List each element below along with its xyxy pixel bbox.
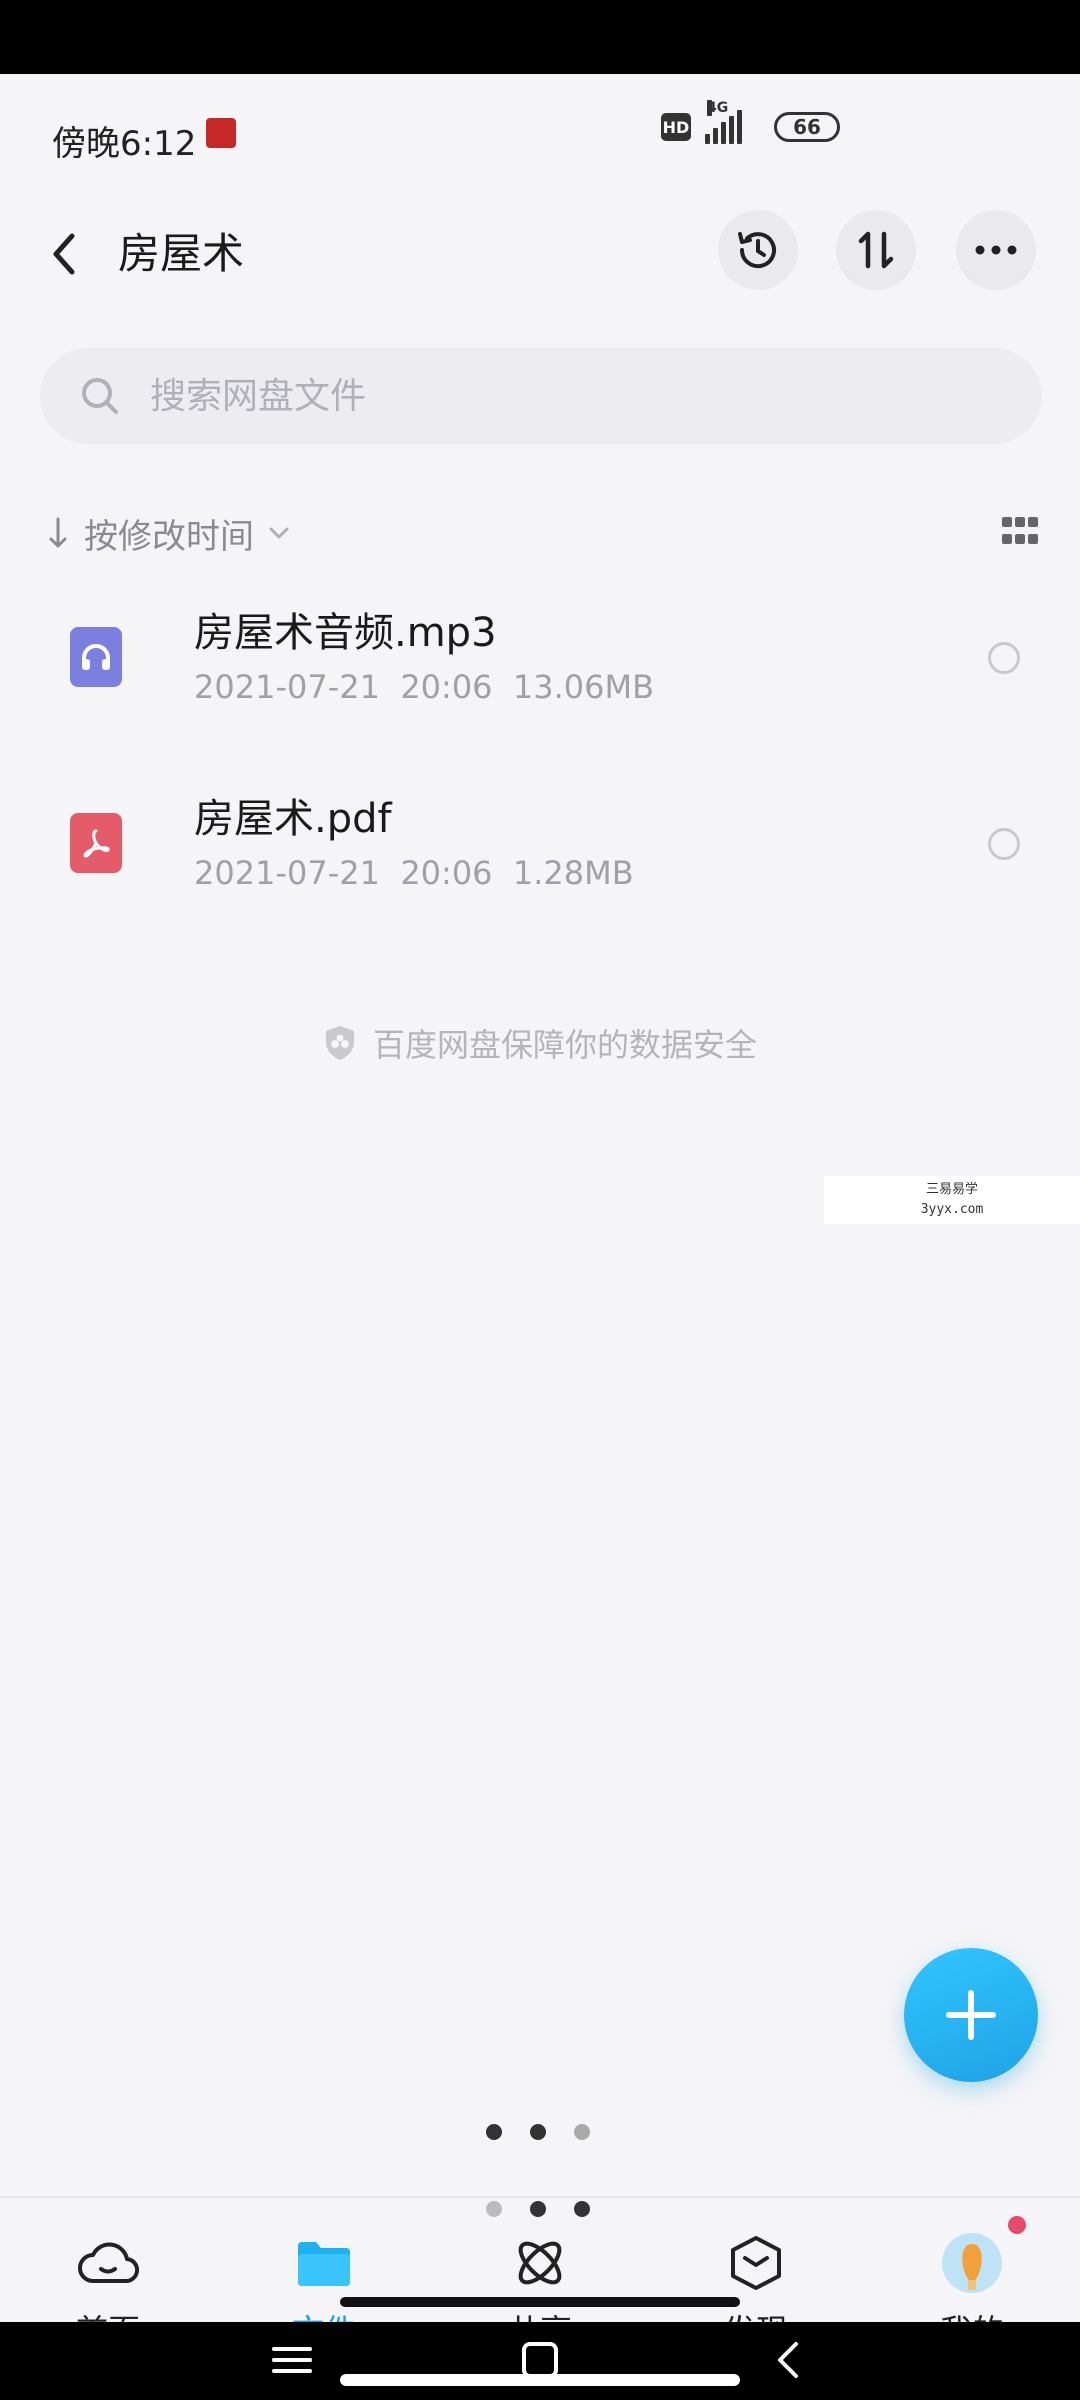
file-time: 20:06 xyxy=(400,854,493,892)
watermark-line2: 3yyx.com xyxy=(920,1202,984,1217)
status-indicators: HD 4G 66 xyxy=(661,100,840,144)
transfer-icon xyxy=(858,231,894,269)
notification-app-icon xyxy=(206,118,236,148)
notification-dot xyxy=(1008,2216,1026,2234)
folder-icon xyxy=(293,2232,355,2294)
sort-bar: 按修改时间 xyxy=(48,505,1038,561)
home-indicator[interactable] xyxy=(340,2374,740,2386)
history-icon xyxy=(738,232,776,269)
gesture-bar-overlay xyxy=(340,2297,740,2307)
audio-file-icon xyxy=(70,627,122,687)
page-title: 房屋术 xyxy=(118,229,245,278)
plus-icon xyxy=(946,1990,996,2040)
home-cloud-icon xyxy=(77,2232,139,2294)
transfer-button[interactable] xyxy=(836,210,916,290)
top-black-bar xyxy=(0,0,1080,74)
discover-box-icon xyxy=(725,2232,787,2294)
grid-view-icon[interactable] xyxy=(1002,517,1038,547)
file-size: 1.28MB xyxy=(512,854,634,892)
watermark: 三易易学 3yyx.com xyxy=(824,1176,1080,1224)
hd-icon: HD xyxy=(661,113,691,141)
file-meta: 2021-07-21 20:06 1.28MB xyxy=(194,854,634,892)
search-icon xyxy=(82,378,118,414)
system-nav-bar xyxy=(0,2322,1080,2400)
watermark-line1: 三易易学 xyxy=(925,1182,978,1197)
more-icon xyxy=(975,245,1017,255)
file-date: 2021-07-21 xyxy=(194,668,380,706)
security-note: 百度网盘保障你的数据安全 xyxy=(0,1020,1080,1066)
file-row[interactable]: 房屋术.pdf 2021-07-21 20:06 1.28MB xyxy=(0,758,1080,928)
avatar-icon xyxy=(941,2232,1003,2294)
file-row[interactable]: 房屋术音频.mp3 2021-07-21 20:06 13.06MB xyxy=(0,572,1080,742)
signal-icon: 4G xyxy=(705,100,742,144)
file-meta: 2021-07-21 20:06 13.06MB xyxy=(194,668,654,706)
file-select-radio[interactable] xyxy=(988,642,1020,674)
page-indicator xyxy=(486,2124,590,2140)
file-date: 2021-07-21 xyxy=(194,854,380,892)
file-size: 13.06MB xyxy=(512,668,655,706)
page-indicator-secondary xyxy=(486,2201,590,2217)
history-button[interactable] xyxy=(718,210,798,290)
menu-icon xyxy=(272,2347,312,2373)
back-nav-button[interactable] xyxy=(764,2336,812,2384)
sort-arrow-icon xyxy=(49,517,67,548)
status-time: 傍晚6:12 xyxy=(52,124,197,164)
header: 房屋术 xyxy=(0,204,1080,324)
file-name: 房屋术.pdf xyxy=(194,796,392,842)
share-atom-icon xyxy=(509,2232,571,2294)
status-bar: 傍晚6:12 HD 4G 66 xyxy=(0,74,1080,204)
chevron-left-icon xyxy=(53,233,75,275)
search-input[interactable] xyxy=(150,375,950,417)
network-type: 4G xyxy=(707,100,729,116)
back-button[interactable] xyxy=(40,230,88,278)
file-select-radio[interactable] xyxy=(988,828,1020,860)
search-bar[interactable] xyxy=(40,348,1042,444)
pdf-file-icon xyxy=(70,813,122,873)
security-text: 百度网盘保障你的数据安全 xyxy=(372,1026,757,1064)
shield-icon xyxy=(325,1026,354,1060)
back-icon xyxy=(778,2342,798,2378)
more-button[interactable] xyxy=(956,210,1036,290)
menu-button[interactable] xyxy=(268,2336,316,2384)
sort-label[interactable]: 按修改时间 xyxy=(84,509,254,558)
chevron-down-icon[interactable] xyxy=(268,526,290,540)
add-button[interactable] xyxy=(904,1948,1038,2082)
file-name: 房屋术音频.mp3 xyxy=(194,610,497,656)
battery-icon: 66 xyxy=(774,112,840,142)
file-time: 20:06 xyxy=(400,668,493,706)
